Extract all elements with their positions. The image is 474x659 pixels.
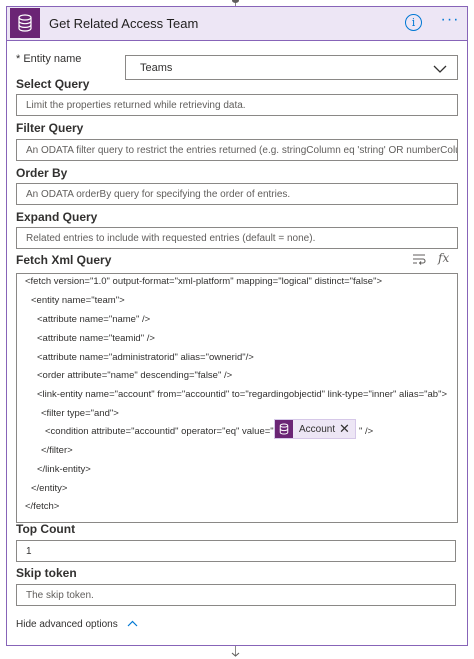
select-query-input[interactable]: Limit the properties returned while retr… xyxy=(16,94,458,116)
database-icon xyxy=(10,8,40,38)
format-text-icon[interactable] xyxy=(412,253,426,271)
action-header[interactable]: Get Related Access Team i ··· xyxy=(7,7,467,41)
dynamic-content-token[interactable]: Account ✕ xyxy=(274,419,356,439)
hide-advanced-label: Hide advanced options xyxy=(16,619,118,631)
xml-line: <order attribute="name" descending="fals… xyxy=(37,370,233,381)
entity-name-select[interactable]: Teams xyxy=(125,55,458,80)
xml-line: </link-entity> xyxy=(37,464,91,475)
xml-line: <link-entity name="account" from="accoun… xyxy=(37,389,447,400)
xml-line: </fetch> xyxy=(25,501,60,512)
hide-advanced-options-link[interactable]: Hide advanced options xyxy=(16,619,138,630)
chevron-up-icon xyxy=(127,619,138,630)
skip-token-input[interactable]: The skip token. xyxy=(16,584,456,606)
info-icon[interactable]: i xyxy=(405,14,422,31)
fx-icon[interactable]: fx xyxy=(438,251,449,265)
top-count-label: Top Count xyxy=(16,522,76,536)
connector-dot xyxy=(232,0,239,3)
select-query-label: Select Query xyxy=(16,77,90,91)
order-by-input[interactable]: An ODATA orderBy query for specifying th… xyxy=(16,183,458,205)
database-icon xyxy=(275,420,293,438)
chevron-down-icon xyxy=(433,61,447,79)
entity-name-value: Teams xyxy=(140,62,173,74)
close-icon[interactable]: ✕ xyxy=(339,422,350,436)
xml-line: </filter> xyxy=(41,445,73,456)
xml-line: <attribute name="administratorid" alias=… xyxy=(37,352,254,363)
xml-line: </entity> xyxy=(31,483,68,494)
entity-name-label: * Entity name xyxy=(16,53,82,65)
expand-query-label: Expand Query xyxy=(16,210,98,224)
filter-query-label: Filter Query xyxy=(16,121,84,135)
xml-line: <fetch version="1.0" output-format="xml-… xyxy=(25,276,383,287)
expand-query-input[interactable]: Related entries to include with requeste… xyxy=(16,227,458,249)
fetch-xml-label: Fetch Xml Query xyxy=(16,253,112,267)
xml-line: <entity name="team"> xyxy=(31,295,125,306)
xml-line: <attribute name="teamid" /> xyxy=(37,333,155,344)
xml-line: <condition attribute="accountid" operato… xyxy=(45,426,274,437)
more-options-icon[interactable]: ··· xyxy=(439,11,461,31)
order-by-label: Order By xyxy=(16,166,68,180)
xml-line: <attribute name="name" /> xyxy=(37,314,151,325)
skip-token-label: Skip token xyxy=(16,566,77,580)
filter-query-input[interactable]: An ODATA filter query to restrict the en… xyxy=(16,139,458,161)
top-count-input[interactable]: 1 xyxy=(16,540,456,562)
xml-line: <filter type="and"> xyxy=(41,408,119,419)
token-label: Account xyxy=(299,424,336,435)
action-title: Get Related Access Team xyxy=(49,16,199,31)
xml-line-tail: " /> xyxy=(359,426,374,437)
